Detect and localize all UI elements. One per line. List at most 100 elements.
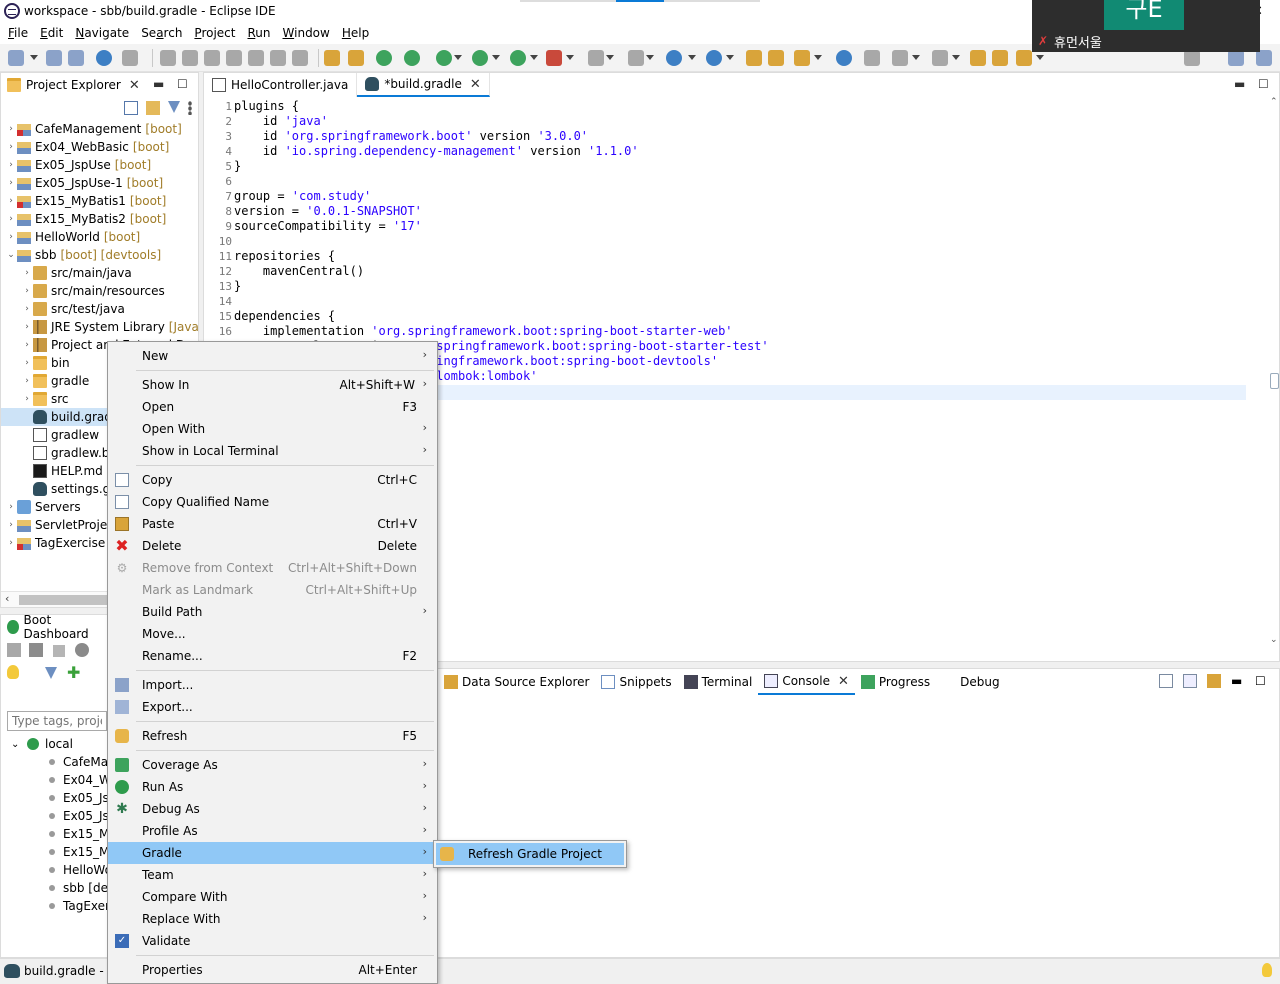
collapsed-arrow-icon[interactable]: › [21, 394, 33, 404]
menu-item-gradle[interactable]: Gradle › [108, 842, 437, 864]
tree-item[interactable]: › Ex04_WebBasic [boot] [1, 138, 199, 156]
boot-dashboard-root[interactable]: ⌄ local [1, 735, 109, 753]
editor-vertical-scrollbar[interactable]: ⌃ ⌄ [1270, 97, 1280, 645]
lightbulb-icon[interactable] [1262, 963, 1272, 977]
video-call-overlay[interactable]: 구E ✗ 휴먼서울 [1032, 0, 1260, 52]
menu-item-run-as[interactable]: Run As › [108, 776, 437, 798]
editor-tab[interactable]: HelloController.java [204, 73, 358, 97]
open-console-icon[interactable] [1207, 674, 1221, 688]
terminal-icon[interactable] [96, 50, 112, 66]
menu-item-delete[interactable]: ✖ Delete Delete [108, 535, 437, 557]
dropdown-icon[interactable] [492, 55, 500, 61]
collapsed-arrow-icon[interactable]: › [21, 268, 33, 278]
menu-item-replace-with[interactable]: Replace With › [108, 908, 437, 930]
boot-app-item[interactable]: Ex04_WebBasic [1, 771, 109, 789]
tree-item[interactable]: › HelloWorld [boot] [1, 228, 199, 246]
boot-app-item[interactable]: Ex05_JspUse-1 [1, 807, 109, 825]
toggle-annotation-icon[interactable] [864, 50, 880, 66]
search-icon[interactable] [794, 50, 810, 66]
stop-icon[interactable] [53, 645, 65, 657]
suspend-icon[interactable] [182, 50, 198, 66]
minimize-icon[interactable]: ▬ [1231, 674, 1245, 688]
menu-item-open-with[interactable]: Open With › [108, 418, 437, 440]
tree-item[interactable]: › src/test/java [1, 300, 199, 318]
scrollbar-thumb[interactable] [19, 595, 109, 605]
new-spring-icon[interactable] [706, 50, 722, 66]
save-all-icon[interactable] [68, 50, 84, 66]
filter-icon[interactable] [168, 101, 180, 113]
collapsed-arrow-icon[interactable]: › [5, 502, 17, 512]
open-type-icon[interactable] [746, 50, 762, 66]
tree-item[interactable]: ⌄ sbb [boot] [devtools] [1, 246, 199, 264]
dropdown-icon[interactable] [530, 55, 538, 61]
collapsed-arrow-icon[interactable]: › [5, 124, 17, 134]
open-perspective-icon[interactable] [1228, 50, 1244, 66]
new-icon[interactable] [8, 50, 24, 66]
use-step-filters-icon[interactable] [348, 50, 364, 66]
boot-app-item[interactable]: CafeManagement [1, 753, 109, 771]
menu-item-import[interactable]: Import... [108, 674, 437, 696]
debug-icon[interactable] [436, 50, 452, 66]
menu-file[interactable]: File [2, 26, 34, 40]
scroll-down-icon[interactable]: ⌄ [1270, 635, 1278, 645]
tool-icon[interactable] [628, 50, 644, 66]
menu-item-compare-with[interactable]: Compare With › [108, 886, 437, 908]
menu-item-team[interactable]: Team › [108, 864, 437, 886]
dropdown-icon[interactable] [814, 55, 822, 61]
tree-item[interactable]: › Ex15_MyBatis1 [boot] [1, 192, 199, 210]
dropdown-icon[interactable] [912, 55, 920, 61]
expanded-arrow-icon[interactable]: ⌄ [11, 739, 23, 750]
new-server-icon[interactable] [666, 50, 682, 66]
add-icon[interactable]: ✚ [67, 663, 80, 682]
drop-to-frame-icon[interactable] [324, 50, 340, 66]
last-edit-icon[interactable] [970, 50, 986, 66]
scroll-left-icon[interactable]: ‹ [5, 592, 9, 605]
boot-dashboard-tab[interactable]: Boot Dashboard [1, 615, 109, 641]
previous-annotation-icon[interactable] [932, 50, 948, 66]
save-icon[interactable] [46, 50, 62, 66]
collapsed-arrow-icon[interactable]: › [21, 322, 33, 332]
link-with-editor-icon[interactable] [146, 101, 160, 115]
menu-item-new[interactable]: New › [108, 345, 437, 367]
menu-search[interactable]: Search [135, 26, 188, 40]
spring-boot-icon[interactable] [376, 50, 392, 66]
boot-app-item[interactable]: Ex15_MyBatis2 [1, 843, 109, 861]
collapsed-arrow-icon[interactable]: › [21, 358, 33, 368]
editor-minimize-icon[interactable]: ▬ [1234, 77, 1245, 91]
dropdown-icon[interactable] [30, 55, 38, 61]
tab-progress[interactable]: Progress [855, 669, 936, 695]
dropdown-icon[interactable] [726, 55, 734, 61]
collapsed-arrow-icon[interactable]: › [21, 376, 33, 386]
step-over-icon[interactable] [270, 50, 286, 66]
close-icon[interactable]: ✕ [470, 77, 481, 92]
menu-item-open[interactable]: Open F3 [108, 396, 437, 418]
menu-item-export[interactable]: Export... [108, 696, 437, 718]
menu-item-build-path[interactable]: Build Path › [108, 601, 437, 623]
collapse-all-icon[interactable] [124, 101, 138, 115]
menu-help[interactable]: Help [336, 26, 375, 40]
close-icon[interactable]: ✕ [129, 78, 140, 93]
minimize-icon[interactable]: ▬ [153, 77, 164, 91]
menu-project[interactable]: Project [188, 26, 241, 40]
java-ee-perspective-icon[interactable] [1256, 50, 1272, 66]
filter-icon[interactable] [45, 667, 57, 679]
step-into-icon[interactable] [248, 50, 264, 66]
tab-snippets[interactable]: Snippets [595, 669, 677, 695]
view-menu-icon[interactable] [188, 101, 192, 115]
menu-navigate[interactable]: Navigate [69, 26, 135, 40]
menu-item-coverage-as[interactable]: Coverage As › [108, 754, 437, 776]
stop-icon[interactable] [588, 50, 604, 66]
maximize-icon[interactable]: ☐ [1255, 674, 1269, 688]
project-explorer-tab[interactable]: Project Explorer ✕ [1, 73, 146, 97]
refresh-gradle-project-menu-item[interactable]: Refresh Gradle Project [436, 843, 624, 865]
tree-item[interactable]: › Ex05_JspUse [boot] [1, 156, 199, 174]
menu-item-validate[interactable]: ✓ Validate [108, 930, 437, 952]
terminate-icon[interactable] [204, 50, 220, 66]
tab-data-source-explorer[interactable]: Data Source Explorer [438, 669, 595, 695]
dropdown-icon[interactable] [454, 55, 462, 61]
dropdown-icon[interactable] [952, 55, 960, 61]
boot-app-item[interactable]: Ex15_MyBatis1 [1, 825, 109, 843]
collapsed-arrow-icon[interactable]: › [21, 304, 33, 314]
menu-item-rename[interactable]: Rename... F2 [108, 645, 437, 667]
boot-app-item[interactable]: TagExercise [1, 897, 109, 915]
